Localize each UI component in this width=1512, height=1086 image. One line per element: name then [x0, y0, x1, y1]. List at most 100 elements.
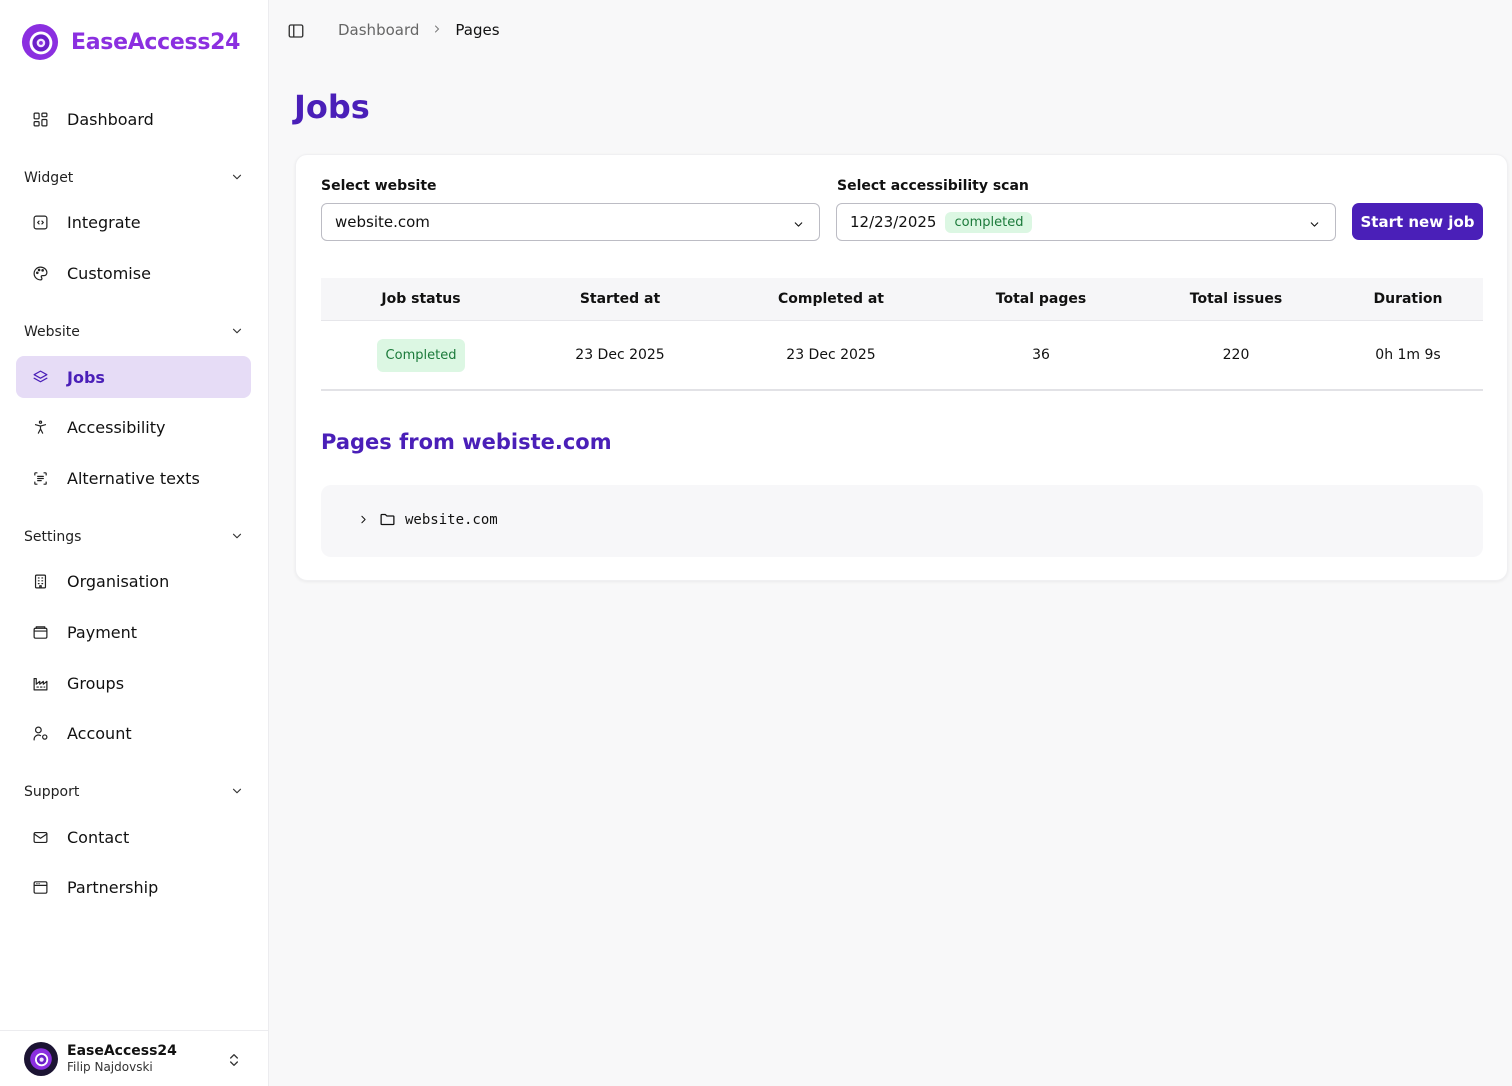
sidebar-item-groups[interactable]: Groups: [16, 662, 251, 704]
dashboard-icon: [32, 111, 49, 128]
scan-select-label: Select accessibility scan: [837, 178, 1029, 194]
mail-icon: [32, 829, 49, 846]
factory-icon: [32, 675, 49, 692]
section-settings[interactable]: Settings: [24, 525, 244, 549]
building-icon: [32, 573, 49, 590]
pages-heading-site: webiste.com: [462, 430, 612, 454]
sidebar-item-label: Alternative texts: [67, 468, 200, 488]
table-header: Job status Started at Completed at Total…: [321, 278, 1483, 321]
user-menu[interactable]: EaseAccess24 Filip Najdovski: [0, 1030, 268, 1086]
panel-left-icon: [288, 24, 304, 38]
jobs-table: Job status Started at Completed at Total…: [321, 278, 1483, 391]
section-label: Settings: [24, 529, 82, 545]
section-label: Widget: [24, 170, 74, 186]
status-badge: Completed: [376, 338, 466, 372]
scan-select[interactable]: 12/23/2025 completed: [836, 203, 1336, 241]
website-select-label: Select website: [321, 178, 437, 194]
brand-logo-icon: [30, 1047, 52, 1070]
breadcrumb-current: Pages: [455, 21, 500, 39]
section-widget[interactable]: Widget: [24, 166, 244, 190]
pages-tree: website.com: [321, 485, 1483, 557]
text-scan-icon: [32, 470, 49, 487]
sidebar-item-jobs[interactable]: Jobs: [16, 356, 251, 398]
tree-node-root[interactable]: website.com: [357, 511, 498, 528]
sidebar-item-label: Organisation: [67, 571, 170, 591]
sidebar-item-label: Dashboard: [67, 109, 154, 129]
sidebar-item-label: Contact: [67, 827, 130, 847]
sidebar-toggle-button[interactable]: [287, 22, 305, 40]
section-support[interactable]: Support: [24, 780, 244, 804]
tree-node-label: website.com: [405, 511, 498, 528]
sidebar-item-label: Customise: [67, 263, 151, 283]
pages-heading-prefix: Pages from: [321, 430, 463, 454]
sidebar-item-customise[interactable]: Customise: [16, 252, 251, 294]
column-header: Completed at: [777, 291, 885, 307]
sidebar-item-label: Accessibility: [67, 417, 166, 437]
duration-cell: 0h 1m 9s: [1375, 347, 1441, 363]
brand[interactable]: EaseAccess24: [21, 23, 240, 61]
chevron-down-icon: [230, 528, 244, 547]
avatar: [24, 1041, 58, 1076]
layers-icon: [32, 369, 49, 386]
user-info: EaseAccess24 Filip Najdovski: [67, 1043, 177, 1074]
chevron-down-icon: [230, 169, 244, 188]
sidebar-item-label: Jobs: [67, 367, 105, 387]
chevron-down-icon: [792, 216, 805, 235]
column-header: Started at: [579, 291, 661, 307]
sidebar: EaseAccess24 Dashboard Widget Integrate …: [0, 0, 269, 1086]
sidebar-item-dashboard[interactable]: Dashboard: [16, 98, 251, 140]
sidebar-item-accessibility[interactable]: Accessibility: [16, 406, 251, 448]
total-pages-cell: 36: [1032, 347, 1050, 363]
jobs-card: Select website website.com Select access…: [295, 154, 1508, 581]
pages-heading: Pages from webiste.com: [321, 430, 612, 454]
folder-icon: [380, 513, 395, 526]
scan-select-date: 12/23/2025: [850, 213, 937, 231]
chevron-down-icon: [230, 783, 244, 802]
brand-logo-icon: [21, 23, 59, 61]
total-issues-cell: 220: [1222, 347, 1250, 363]
completed-at-cell: 23 Dec 2025: [786, 347, 876, 363]
section-label: Support: [24, 784, 80, 800]
sidebar-item-contact[interactable]: Contact: [16, 816, 251, 858]
section-website[interactable]: Website: [24, 320, 244, 344]
column-header: Duration: [1373, 291, 1443, 307]
sidebar-item-alternative-texts[interactable]: Alternative texts: [16, 457, 251, 499]
chevron-down-icon: [230, 323, 244, 342]
accessibility-icon: [32, 419, 49, 436]
sidebar-item-label: Groups: [67, 673, 125, 693]
chevrons-up-down-icon: [226, 1052, 242, 1072]
sidebar-item-label: Payment: [67, 622, 138, 642]
breadcrumb-link-dashboard[interactable]: Dashboard: [338, 21, 419, 39]
website-select[interactable]: website.com: [321, 203, 820, 241]
sidebar-item-payment[interactable]: Payment: [16, 611, 251, 653]
column-header: Total pages: [995, 291, 1087, 307]
started-at-cell: 23 Dec 2025: [575, 347, 665, 363]
chevron-right-icon: [431, 21, 443, 39]
palette-icon: [32, 265, 49, 282]
table-row[interactable]: Completed 23 Dec 2025 23 Dec 2025 36 220…: [321, 321, 1483, 391]
chevron-down-icon: [1308, 216, 1321, 235]
sidebar-item-organisation[interactable]: Organisation: [16, 560, 251, 602]
sidebar-item-label: Account: [67, 723, 132, 743]
website-select-value: website.com: [335, 213, 430, 231]
sidebar-item-integrate[interactable]: Integrate: [16, 201, 251, 243]
section-label: Website: [24, 324, 80, 340]
sidebar-item-partnership[interactable]: Partnership: [16, 866, 251, 908]
user-org: EaseAccess24: [67, 1042, 177, 1059]
sidebar-item-account[interactable]: Account: [16, 712, 251, 754]
user-name: Filip Najdovski: [67, 1059, 153, 1074]
page-title: Jobs: [294, 88, 370, 126]
column-header: Total issues: [1189, 291, 1283, 307]
chevron-right-icon: [361, 515, 366, 524]
column-header: Job status: [381, 291, 461, 307]
brand-name: EaseAccess24: [71, 29, 241, 55]
sidebar-item-label: Integrate: [67, 212, 141, 232]
user-cog-icon: [32, 725, 49, 742]
breadcrumb: Dashboard Pages: [338, 21, 500, 39]
scan-status-badge: completed: [945, 211, 1033, 233]
code-square-icon: [32, 214, 49, 231]
start-new-job-button[interactable]: Start new job: [1352, 203, 1483, 240]
status-cell: Completed: [321, 338, 521, 372]
wallet-icon: [32, 624, 49, 641]
sidebar-item-label: Partnership: [67, 877, 159, 897]
